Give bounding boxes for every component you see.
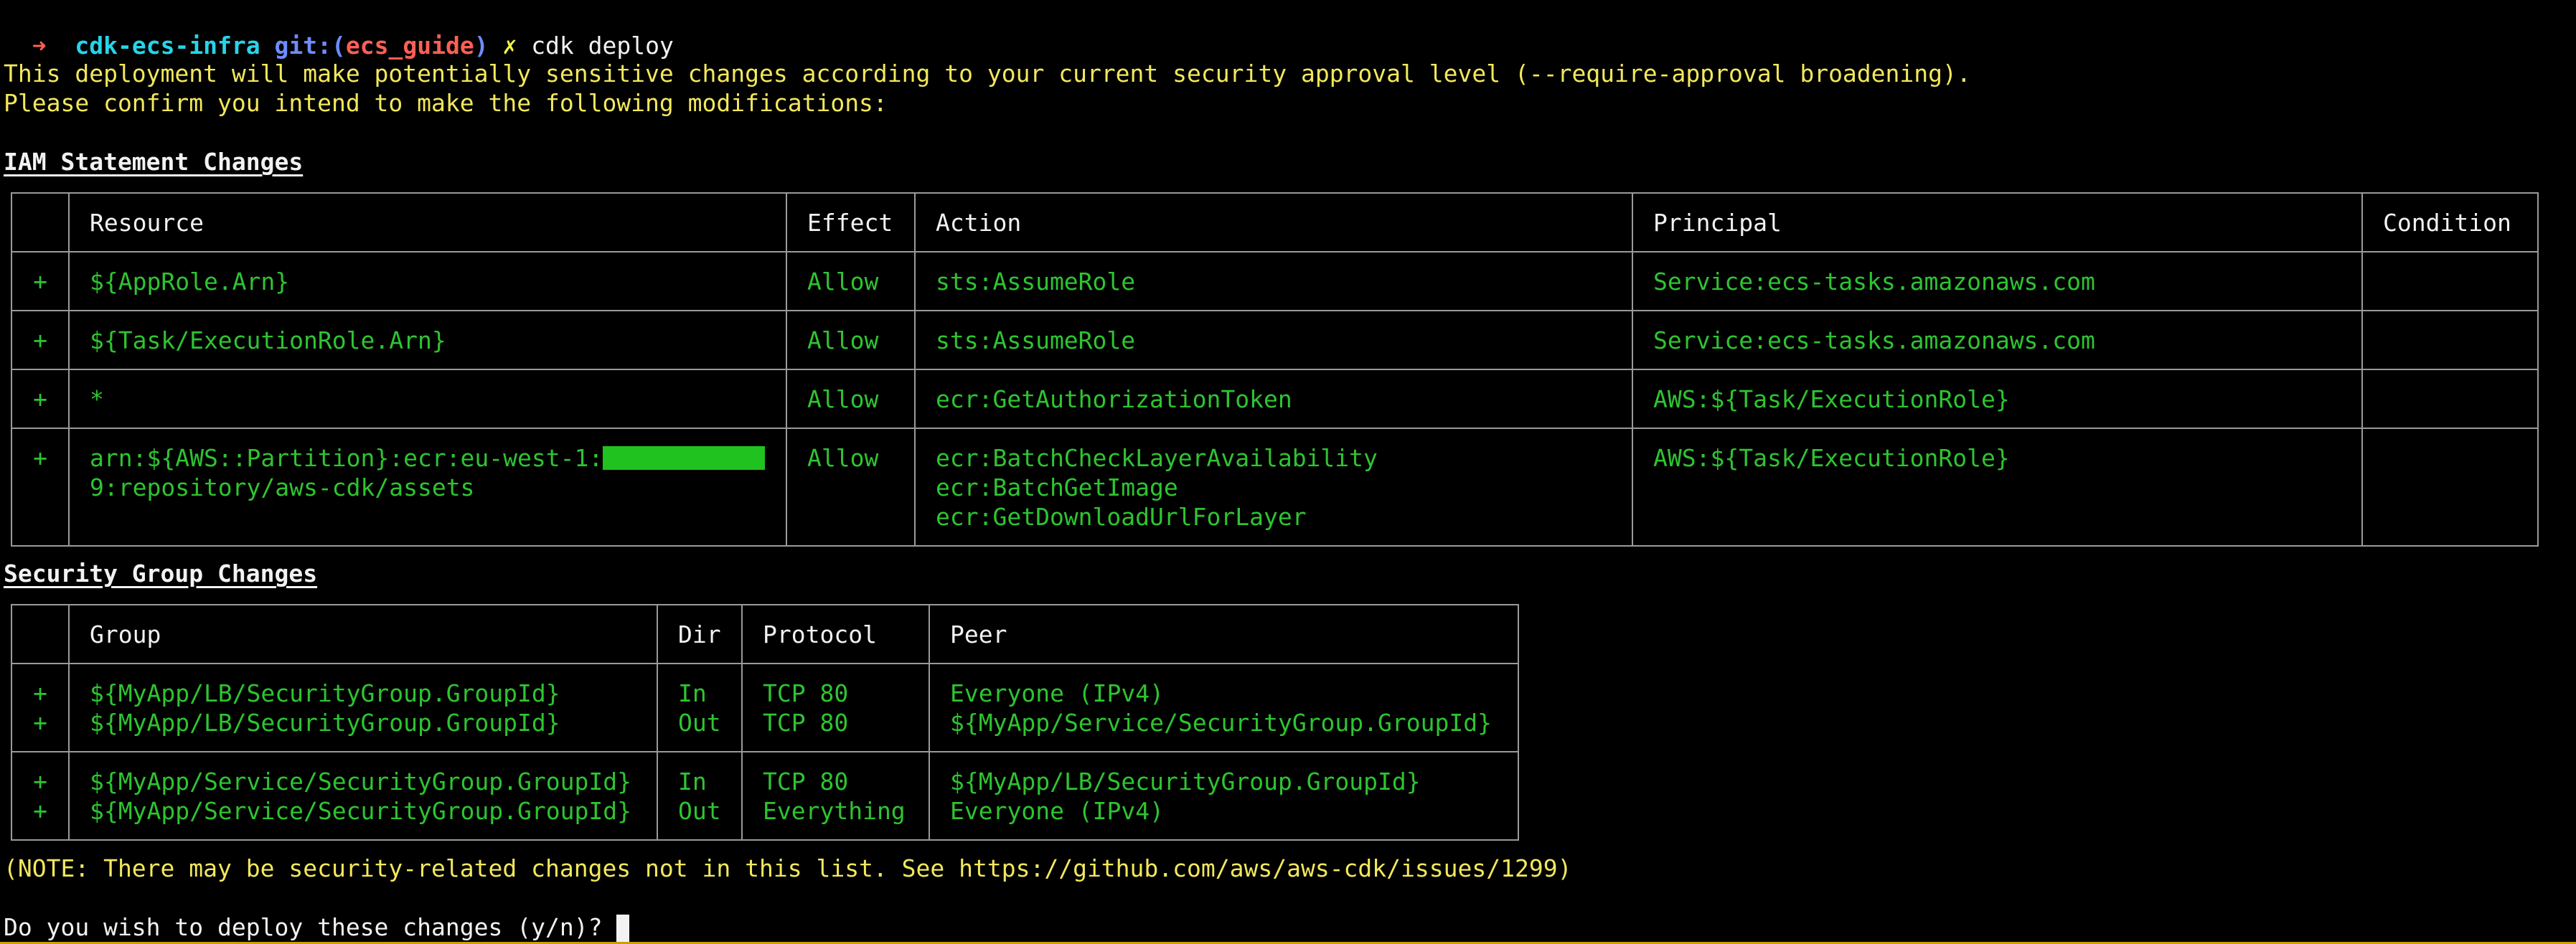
peer-line: Everyone (IPv4) [950,679,1165,707]
protocol-line: TCP 80 [763,679,849,707]
header-action: Action [914,192,1633,252]
sg-heading: Security Group Changes [4,559,317,588]
header-condition: Condition [2361,192,2539,252]
confirm-question: Do you wish to deploy these changes (y/n… [4,913,617,941]
security-note: (NOTE: There may be security-related cha… [4,854,1572,882]
resource-line: arn:${AWS::Partition}:ecr:eu-west-1: [90,444,603,472]
protocol-line: Everything [763,797,906,825]
peer-line: ${MyApp/Service/SecurityGroup.GroupId} [950,709,1492,737]
header-peer: Peer [929,604,1519,664]
action-line: ecr:BatchGetImage [936,473,1178,501]
principal-cell: Service:ecs-tasks.amazonaws.com [1632,251,2363,311]
table-header-row: Group Dir Protocol Peer [11,604,1519,664]
add-sign: + [11,251,70,311]
prompt-branch: ecs_guide [345,32,474,60]
header-sign [11,604,70,664]
table-row: + * Allow ecr:GetAuthorizationToken AWS:… [11,369,2539,429]
shell-prompt: ➜ cdk-ecs-infra git:(ecs_guide) ✗ cdk de… [4,1,674,60]
header-dir: Dir [657,604,743,664]
group-line: ${MyApp/Service/SecurityGroup.GroupId} [90,797,631,825]
table-header-row: Resource Effect Action Principal Conditi… [11,192,2539,252]
principal-cell: AWS:${Task/ExecutionRole} [1632,428,2363,547]
sign-line: + [33,709,47,737]
prompt-directory: cdk-ecs-infra [75,32,260,60]
dir-line: Out [678,797,721,825]
group-cell: ${MyApp/Service/SecurityGroup.GroupId} ${… [68,751,658,841]
table-row: + ${AppRole.Arn} Allow sts:AssumeRole Se… [11,251,2539,311]
confirm-prompt[interactable]: Do you wish to deploy these changes (y/n… [4,912,630,942]
add-sign: + + [11,663,70,752]
header-group: Group [68,604,658,664]
iam-heading: IAM Statement Changes [4,147,303,176]
add-sign: + [11,369,70,429]
header-principal: Principal [1632,192,2363,252]
effect-cell: Allow [786,369,916,429]
group-line: ${MyApp/LB/SecurityGroup.GroupId} [90,679,560,707]
action-line: ecr:GetDownloadUrlForLayer [936,503,1307,531]
sg-heading-text: Security Group Changes [4,560,318,587]
header-effect: Effect [786,192,916,252]
prompt-command: cdk deploy [531,32,674,60]
action-cell: ecr:BatchCheckLayerAvailability ecr:Batch… [914,428,1633,547]
resource-cell: * [68,369,787,429]
table-row: + ${Task/ExecutionRole.Arn} Allow sts:As… [11,310,2539,370]
condition-cell [2361,310,2539,370]
peer-line: Everyone (IPv4) [950,797,1165,825]
security-group-table: Group Dir Protocol Peer + + ${MyApp/LB/Se… [11,604,1519,841]
action-cell: sts:AssumeRole [914,251,1633,311]
protocol-cell: TCP 80 Everything [741,751,930,841]
add-sign: + [11,310,70,370]
dir-cell: In Out [657,663,743,752]
table-row: + + ${MyApp/LB/SecurityGroup.GroupId} ${My… [11,663,1519,752]
prompt-arrow-icon: ➜ [32,32,47,60]
protocol-line: TCP 80 [763,768,849,796]
add-sign: + [11,428,70,547]
group-line: ${MyApp/LB/SecurityGroup.GroupId} [90,709,560,737]
resource-cell: arn:${AWS::Partition}:ecr:eu-west-1: 9:re… [68,428,787,547]
redacted-account-id [603,446,766,470]
protocol-cell: TCP 80 TCP 80 [741,663,930,752]
condition-cell [2361,428,2539,547]
iam-heading-text: IAM Statement Changes [4,148,304,176]
action-line: ecr:BatchCheckLayerAvailability [936,444,1378,472]
condition-cell [2361,369,2539,429]
table-row: + arn:${AWS::Partition}:ecr:eu-west-1: 9:… [11,428,2539,547]
resource-cell: ${Task/ExecutionRole.Arn} [68,310,787,370]
header-sign [11,192,70,252]
condition-cell [2361,251,2539,311]
peer-cell: ${MyApp/LB/SecurityGroup.GroupId} Everyon… [929,751,1519,841]
dir-cell: In Out [657,751,743,841]
resource-cell: ${AppRole.Arn} [68,251,787,311]
table-row: + + ${MyApp/Service/SecurityGroup.GroupId… [11,751,1519,841]
resource-line: 9:repository/aws-cdk/assets [90,473,475,501]
sign-line: + [33,797,47,825]
dir-line: Out [678,709,721,737]
prompt-git-close: ) [474,32,489,60]
dirty-cross-icon: ✗ [502,32,517,60]
action-cell: sts:AssumeRole [914,310,1633,370]
header-protocol: Protocol [741,604,930,664]
effect-cell: Allow [786,310,916,370]
group-cell: ${MyApp/LB/SecurityGroup.GroupId} ${MyApp… [68,663,658,752]
principal-cell: AWS:${Task/ExecutionRole} [1632,369,2363,429]
warning-line-1: This deployment will make potentially se… [4,60,1971,88]
warning-line-2: Please confirm you intend to make the fo… [4,89,888,117]
principal-cell: Service:ecs-tasks.amazonaws.com [1632,310,2363,370]
dir-line: In [678,679,707,707]
group-line: ${MyApp/Service/SecurityGroup.GroupId} [90,768,631,796]
peer-cell: Everyone (IPv4) ${MyApp/Service/SecurityG… [929,663,1519,752]
effect-cell: Allow [786,428,916,547]
header-resource: Resource [68,192,787,252]
effect-cell: Allow [786,251,916,311]
peer-line: ${MyApp/LB/SecurityGroup.GroupId} [950,768,1421,796]
protocol-line: TCP 80 [763,709,849,737]
add-sign: + + [11,751,70,841]
terminal-cursor[interactable] [616,915,630,942]
sign-line: + [33,768,47,796]
action-cell: ecr:GetAuthorizationToken [914,369,1633,429]
dir-line: In [678,768,707,796]
prompt-git-label: git:( [274,32,346,60]
sign-line: + [33,679,47,707]
iam-statement-table: Resource Effect Action Principal Conditi… [11,192,2539,547]
